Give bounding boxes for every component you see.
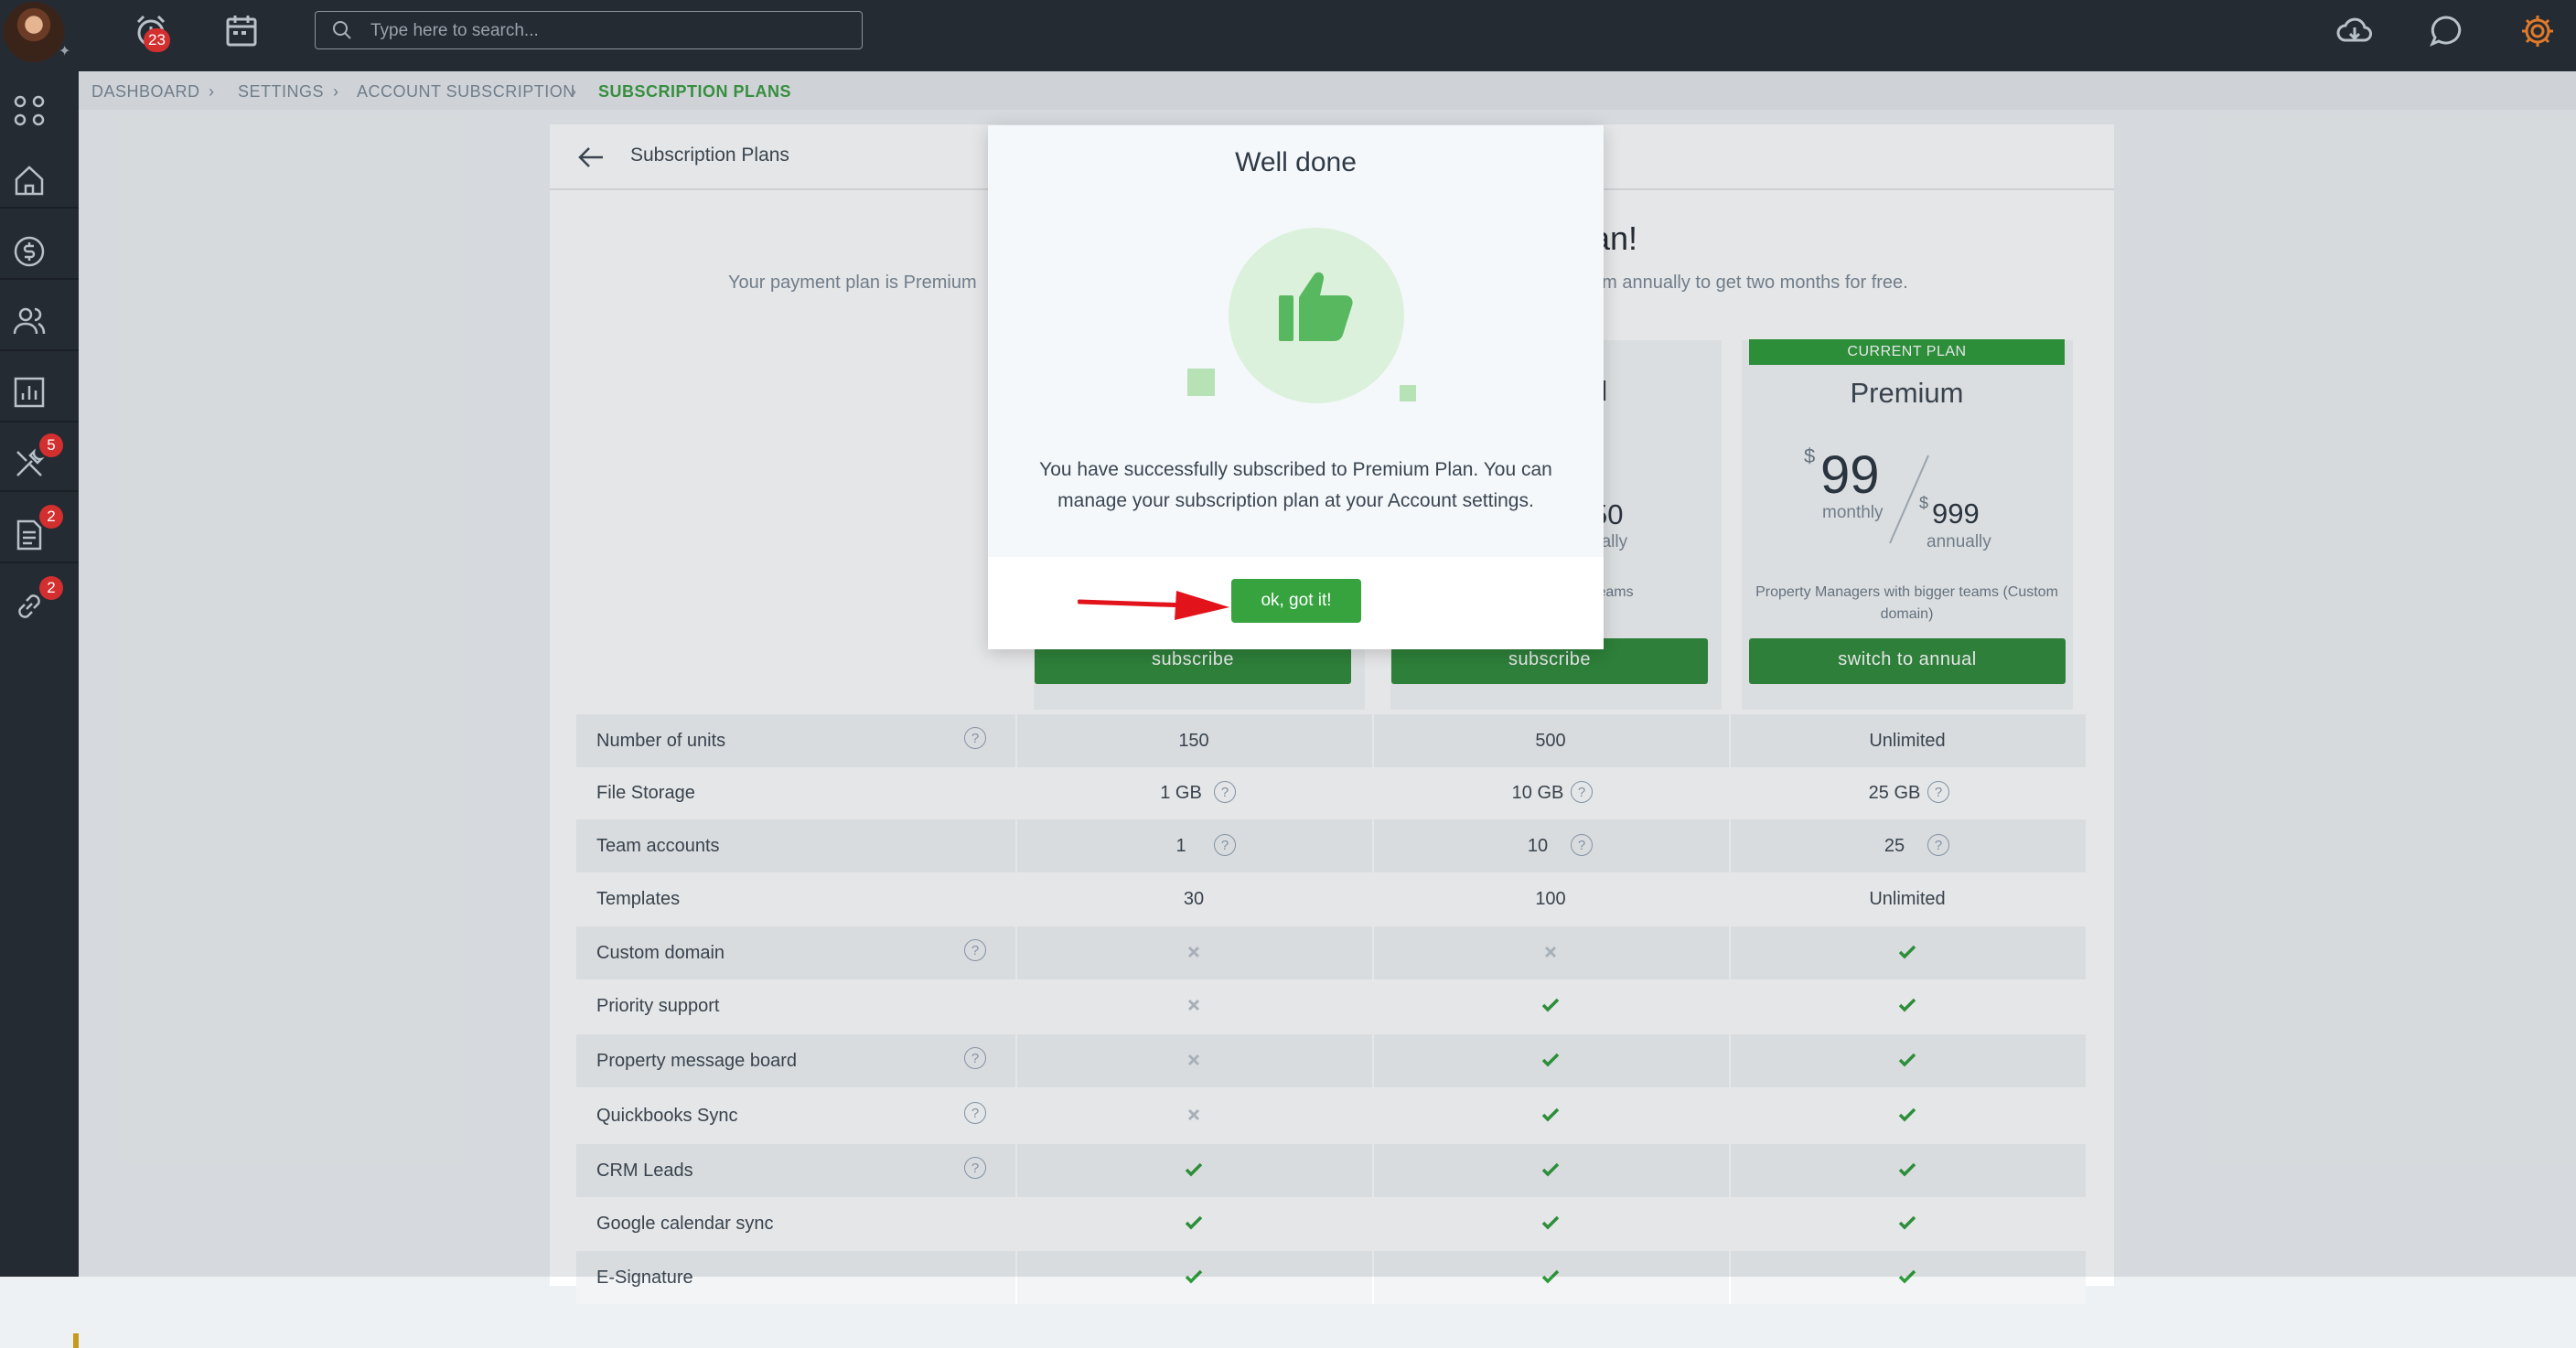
success-modal: Well done You have successfully subscrib…: [988, 125, 1604, 649]
user-avatar[interactable]: [4, 2, 64, 62]
sidebar-item-apps[interactable]: [0, 80, 79, 144]
search-icon: [333, 21, 351, 39]
sidebar-divider: [0, 207, 79, 209]
search-input[interactable]: Type here to search...: [315, 11, 863, 49]
sidebar: 5 2 2: [0, 71, 79, 1348]
sidebar-item-accounting[interactable]: [0, 221, 79, 285]
ok-got-it-button[interactable]: ok, got it!: [1231, 579, 1361, 623]
maintenance-badge: 5: [39, 433, 63, 457]
sidebar-footer-accent: [73, 1333, 79, 1348]
modal-message: You have successfully subscribed to Prem…: [1039, 459, 1552, 511]
cloud-download-icon[interactable]: [2334, 11, 2375, 51]
sidebar-divider: [0, 278, 79, 280]
people-icon: [13, 307, 46, 335]
sidebar-item-maintenance[interactable]: 5: [0, 433, 79, 497]
notifications-badge: 23: [144, 28, 170, 52]
sidebar-item-links[interactable]: 2: [0, 576, 79, 640]
documents-badge: 2: [39, 505, 63, 529]
sidebar-item-documents[interactable]: 2: [0, 505, 79, 569]
sidebar-divider: [0, 421, 79, 423]
reports-icon: [14, 377, 45, 408]
dollar-icon: [14, 236, 45, 267]
settings-gear-icon[interactable]: [2517, 11, 2558, 51]
calendar-icon[interactable]: [221, 11, 262, 51]
modal-body: Well done You have successfully subscrib…: [988, 125, 1604, 557]
alarm-clock-icon[interactable]: 23: [131, 11, 171, 52]
sidebar-item-people[interactable]: [0, 291, 79, 355]
apps-grid-icon: [14, 95, 45, 126]
thumbs-up-illustration: [1187, 228, 1416, 403]
chat-bubble-icon[interactable]: [2426, 11, 2466, 51]
sidebar-divider: [0, 562, 79, 563]
search-placeholder: Type here to search...: [370, 21, 539, 40]
sidebar-item-home[interactable]: [0, 150, 79, 214]
sidebar-item-reports[interactable]: [0, 362, 79, 426]
sidebar-divider: [0, 490, 79, 492]
home-icon: [15, 166, 44, 196]
sidebar-divider: [0, 349, 79, 351]
top-bar: ✦ 23 Type here to search...: [0, 0, 2576, 71]
links-badge: 2: [39, 576, 63, 600]
pin-icon: ✦: [59, 44, 71, 59]
red-arrow-annotation: [1078, 591, 1229, 620]
modal-title: Well done: [1235, 147, 1357, 177]
